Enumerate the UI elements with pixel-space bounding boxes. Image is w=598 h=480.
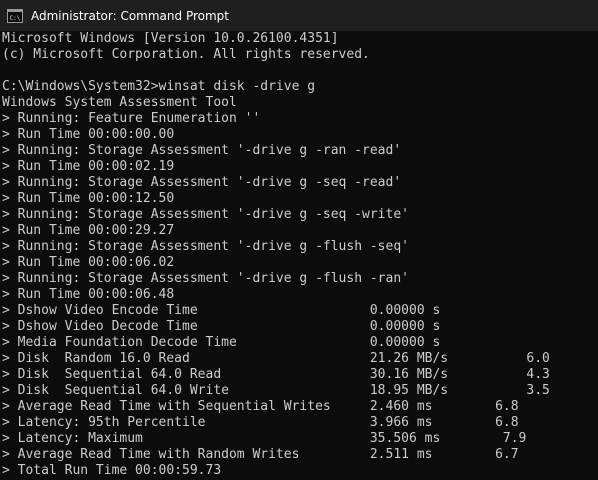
console-line: Windows System Assessment Tool bbox=[2, 95, 237, 110]
console-line: > Latency: 95th Percentile 3.966 ms 6.8 bbox=[2, 415, 519, 430]
console-line: > Run Time 00:00:06.02 bbox=[2, 255, 175, 270]
console-line: > Average Read Time with Sequential Writ… bbox=[2, 399, 519, 414]
console-line: > Latency: Maximum 35.506 ms 7.9 bbox=[2, 431, 527, 446]
console-output[interactable]: Microsoft Windows [Version 10.0.26100.43… bbox=[2, 31, 598, 480]
console-line: > Total Run Time 00:00:59.73 bbox=[2, 463, 222, 478]
console-line: (c) Microsoft Corporation. All rights re… bbox=[2, 47, 370, 62]
console-line: > Run Time 00:00:00.00 bbox=[2, 127, 175, 142]
console-line: > Run Time 00:00:12.50 bbox=[2, 191, 175, 206]
title-bar[interactable]: C:\ Administrator: Command Prompt bbox=[0, 0, 598, 31]
console-line: > Disk Sequential 64.0 Read 30.16 MB/s 4… bbox=[2, 367, 550, 382]
console-line: > Disk Random 16.0 Read 21.26 MB/s 6.0 bbox=[2, 351, 550, 366]
command-prompt-window: C:\ Administrator: Command Prompt Micros… bbox=[0, 0, 598, 480]
console-line: > Run Time 00:00:02.19 bbox=[2, 159, 175, 174]
svg-text:C:\: C:\ bbox=[10, 15, 21, 22]
console-line: > Disk Sequential 64.0 Write 18.95 MB/s … bbox=[2, 383, 550, 398]
console-line: > Running: Storage Assessment '-drive g … bbox=[2, 175, 402, 190]
console-line: > Running: Storage Assessment '-drive g … bbox=[2, 207, 409, 222]
console-line: > Average Read Time with Random Writes 2… bbox=[2, 447, 519, 462]
console-line: > Running: Storage Assessment '-drive g … bbox=[2, 143, 402, 158]
console-line: > Running: Feature Enumeration '' bbox=[2, 111, 261, 126]
console-line: C:\Windows\System32>winsat disk -drive g bbox=[2, 79, 316, 94]
console-line: > Dshow Video Decode Time 0.00000 s bbox=[2, 319, 441, 334]
console-line: > Run Time 00:00:06.48 bbox=[2, 287, 175, 302]
cmd-icon: C:\ bbox=[7, 8, 23, 23]
console-line: > Run Time 00:00:29.27 bbox=[2, 223, 175, 238]
console-line: > Dshow Video Encode Time 0.00000 s bbox=[2, 303, 441, 318]
console-line: > Media Foundation Decode Time 0.00000 s bbox=[2, 335, 441, 350]
console-line: > Running: Storage Assessment '-drive g … bbox=[2, 239, 409, 254]
window-title: Administrator: Command Prompt bbox=[31, 8, 229, 23]
console-line: > Running: Storage Assessment '-drive g … bbox=[2, 271, 409, 286]
console-line: Microsoft Windows [Version 10.0.26100.43… bbox=[2, 31, 339, 46]
